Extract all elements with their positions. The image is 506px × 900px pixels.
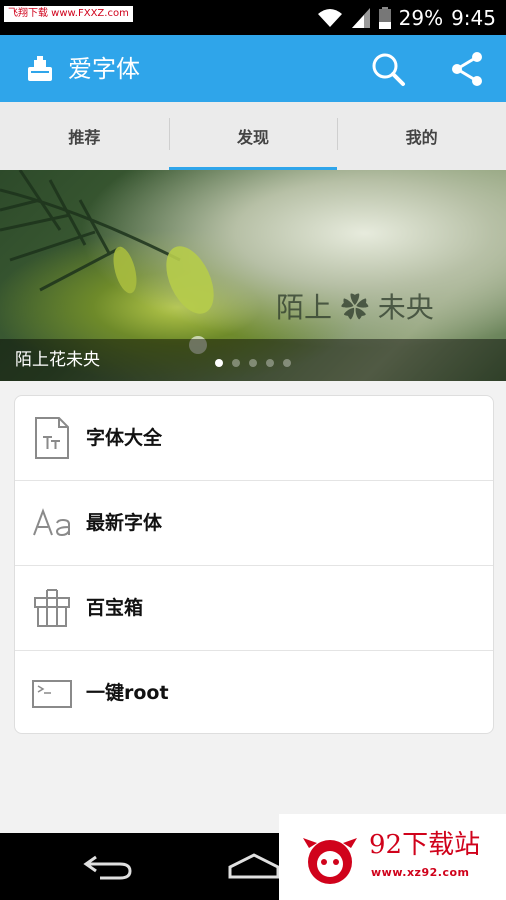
carousel-indicator [215, 359, 291, 367]
menu-item-all-fonts[interactable]: 字体大全 [15, 396, 493, 480]
banner-image-text: 陌上 ✿ 未央 [276, 291, 434, 324]
carousel-dot [215, 359, 223, 367]
battery-percent: 29% [398, 6, 444, 30]
status-right: 29% 9:45 [317, 3, 496, 33]
menu-item-label: 最新字体 [86, 512, 163, 534]
carousel-dot [283, 359, 291, 367]
tab-bar: 推荐 发现 我的 [0, 102, 506, 171]
banner-carousel[interactable]: 陌上 ✿ 未央 陌上花未央 [0, 170, 506, 381]
menu-item-label: 百宝箱 [86, 597, 144, 619]
app-logo-icon [28, 56, 52, 81]
home-button[interactable] [224, 849, 284, 885]
carousel-dot [266, 359, 274, 367]
status-time: 9:45 [451, 6, 496, 30]
search-icon [372, 53, 405, 86]
tab-label: 我的 [405, 128, 438, 147]
back-button[interactable] [78, 849, 138, 885]
menu-item-root[interactable]: 一键root [15, 650, 493, 735]
app-title: 爱字体 [68, 55, 140, 83]
menu-item-label: 一键root [86, 682, 169, 704]
signal-icon [351, 8, 370, 28]
tab-label: 发现 [237, 128, 270, 147]
text-aa-icon [33, 508, 70, 537]
tab-recommend[interactable]: 推荐 [0, 102, 169, 170]
battery-icon [378, 7, 391, 29]
wifi-icon [317, 9, 342, 27]
search-button[interactable] [368, 49, 408, 89]
site-watermark-overlay: 92下载站 www.xz92.com [279, 814, 506, 900]
home-icon [228, 853, 280, 879]
carousel-dot [232, 359, 240, 367]
tab-discover[interactable]: 发现 [168, 102, 338, 171]
menu-item-new-fonts[interactable]: 最新字体 [15, 480, 493, 565]
feature-menu-card: 字体大全 最新字体 百宝箱 一键root [14, 395, 494, 734]
app-bar: 爱字体 [0, 35, 506, 102]
share-icon [452, 52, 482, 86]
gift-box-icon [34, 589, 70, 627]
menu-item-label: 字体大全 [86, 427, 163, 449]
watermark-url: www.xz92.com [371, 866, 470, 879]
tab-label: 推荐 [68, 128, 101, 147]
share-button[interactable] [447, 49, 487, 89]
font-file-icon [35, 417, 69, 459]
watermark-title: 92下载站 [369, 830, 481, 860]
banner-caption: 陌上花未央 [15, 350, 100, 370]
carousel-dot [249, 359, 257, 367]
terminal-icon [32, 680, 72, 708]
mascot-logo-icon [303, 838, 357, 884]
watermark-label: 飞翔下载 www.FXXZ.com [4, 6, 133, 22]
menu-item-toolbox[interactable]: 百宝箱 [15, 565, 493, 650]
status-bar: 飞翔下载 www.FXXZ.com 29% 9:45 [0, 0, 506, 35]
tab-mine[interactable]: 我的 [337, 102, 506, 170]
back-icon [83, 855, 132, 880]
